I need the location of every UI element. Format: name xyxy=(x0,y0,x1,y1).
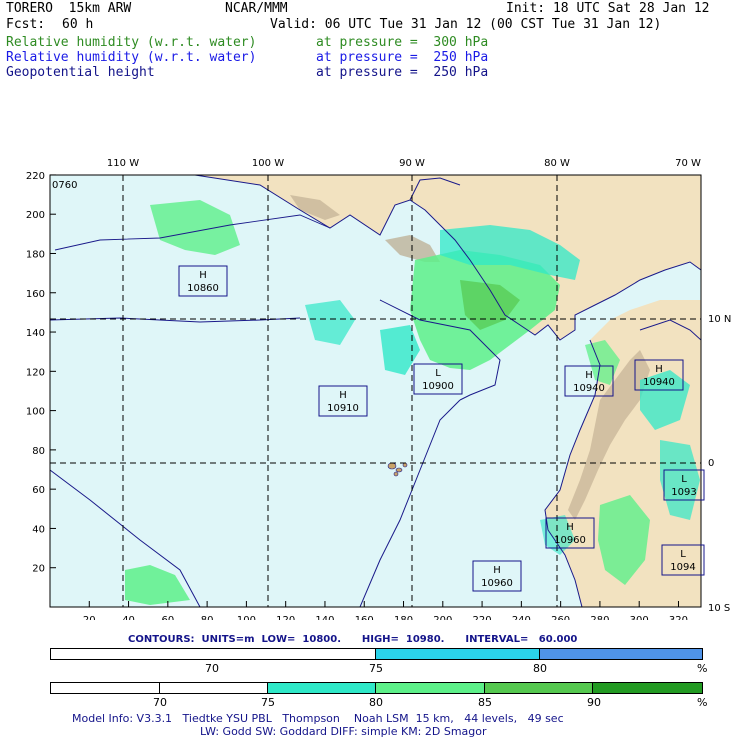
fcst-label: Fcst: xyxy=(6,17,46,32)
latitude-label: 10 S xyxy=(708,603,730,614)
bar2-segment-85-90 xyxy=(485,683,593,693)
center-type: L xyxy=(435,368,441,379)
y-tick-label: 100 xyxy=(26,407,45,418)
longitude-label: 80 W xyxy=(544,158,570,169)
bar2-unit: % xyxy=(697,696,708,709)
model-info-line2: LW: Godd SW: Goddard DIFF: simple KM: 2D… xyxy=(200,725,487,738)
weather-map: 220 200 180 160 140 120 100 80 60 40 20 20 40 60 80 10… xyxy=(26,158,731,620)
center-type: H xyxy=(585,370,593,381)
center-type: H xyxy=(655,364,663,375)
x-tick-label: 120 xyxy=(276,615,295,620)
longitude-label: 110 W xyxy=(107,158,139,169)
bar2-label-70: 70 xyxy=(153,696,167,709)
x-tick-label: 100 xyxy=(237,615,256,620)
bar2-segment-above-90 xyxy=(593,683,702,693)
bar1-segment-above-80 xyxy=(540,649,702,659)
x-tick-label: 220 xyxy=(473,615,492,620)
contour-info: CONTOURS: UNITS=m LOW= 10800. HIGH= 1098… xyxy=(128,634,578,645)
y-tick-label: 160 xyxy=(26,289,45,300)
x-tick-label: 20 xyxy=(83,615,96,620)
valid-time: Valid: 06 UTC Tue 31 Jan 12 (00 CST Tue … xyxy=(270,17,662,32)
x-tick-label: 180 xyxy=(394,615,413,620)
x-tick-label: 300 xyxy=(630,615,649,620)
center-value: 10960 xyxy=(481,578,513,589)
center-value: 1094 xyxy=(670,562,695,573)
center-type: H xyxy=(493,565,501,576)
init-time: Init: 18 UTC Sat 28 Jan 12 xyxy=(506,1,710,16)
center-type: L xyxy=(681,474,687,485)
model-title: TORERO 15km ARW xyxy=(6,1,132,16)
bar1-label-80: 80 xyxy=(533,662,547,675)
x-tick-label: 260 xyxy=(551,615,570,620)
bar2-segment-70-75 xyxy=(160,683,268,693)
bar2-segment-80-85 xyxy=(376,683,485,693)
field-2-level: at pressure = 250 hPa xyxy=(316,50,489,65)
center-value: 10900 xyxy=(422,381,454,392)
latitude-label: 0 xyxy=(708,458,714,469)
y-tick-label: 120 xyxy=(26,367,45,378)
center-type: H xyxy=(199,270,207,281)
x-tick-label: 80 xyxy=(201,615,214,620)
center-value: 10940 xyxy=(643,377,675,388)
bar1-label-70: 70 xyxy=(205,662,219,675)
y-tick-label: 180 xyxy=(26,249,45,260)
field-3-level: at pressure = 250 hPa xyxy=(316,65,489,80)
y-tick-label: 20 xyxy=(32,564,45,575)
y-tick-label: 60 xyxy=(32,485,45,496)
center-type: H xyxy=(339,390,347,401)
x-tick-label: 320 xyxy=(669,615,688,620)
longitude-label: 90 W xyxy=(399,158,425,169)
center-value: 10860 xyxy=(187,283,219,294)
longitude-labels: 110 W 100 W 90 W 80 W 70 W xyxy=(107,158,701,169)
y-tick-label: 40 xyxy=(32,524,45,535)
x-tick-label: 40 xyxy=(122,615,135,620)
center-value: 10940 xyxy=(573,383,605,394)
x-tick-label: 280 xyxy=(590,615,609,620)
bar2-segment-below-70 xyxy=(51,683,160,693)
model-info-line1: Model Info: V3.3.1 Tiedtke YSU PBL Thomp… xyxy=(72,712,564,725)
center-type: L xyxy=(680,549,686,560)
center-name: NCAR/MMM xyxy=(225,1,288,16)
y-tick-label: 200 xyxy=(26,210,45,221)
longitude-label: 70 W xyxy=(675,158,701,169)
y-tick-label: 140 xyxy=(26,328,45,339)
color-bar-300hpa xyxy=(50,682,703,694)
bar1-unit: % xyxy=(697,662,708,675)
fcst-value: 60 h xyxy=(62,17,94,32)
bar2-label-90: 90 xyxy=(587,696,601,709)
bar2-label-85: 85 xyxy=(478,696,492,709)
bar1-segment-75-80 xyxy=(376,649,540,659)
bar2-label-75: 75 xyxy=(261,696,275,709)
bar2-label-80: 80 xyxy=(369,696,383,709)
x-tick-label: 200 xyxy=(433,615,452,620)
bar1-segment-below-75 xyxy=(51,649,376,659)
longitude-label: 100 W xyxy=(252,158,284,169)
bar2-segment-75-80 xyxy=(268,683,376,693)
latitude-labels: 10 N 0 10 S xyxy=(708,314,731,614)
bar1-label-75: 75 xyxy=(369,662,383,675)
center-value: 10960 xyxy=(554,535,586,546)
corner-label: 0760 xyxy=(52,180,77,191)
x-tick-label: 140 xyxy=(315,615,334,620)
x-tick-label: 60 xyxy=(161,615,174,620)
field-1-level: at pressure = 300 hPa xyxy=(316,35,489,50)
field-2-name: Relative humidity (w.r.t. water) xyxy=(6,50,257,65)
field-1-name: Relative humidity (w.r.t. water) xyxy=(6,35,257,50)
x-tick-label: 240 xyxy=(512,615,531,620)
y-tick-label: 220 xyxy=(26,171,45,182)
center-type: H xyxy=(566,522,574,533)
x-tick-label: 160 xyxy=(355,615,374,620)
center-value: 10910 xyxy=(327,403,359,414)
y-tick-label: 80 xyxy=(32,446,45,457)
center-value: 1093 xyxy=(671,487,696,498)
color-bar-250hpa xyxy=(50,648,703,660)
field-3-name: Geopotential height xyxy=(6,65,155,80)
latitude-label: 10 N xyxy=(708,314,731,325)
